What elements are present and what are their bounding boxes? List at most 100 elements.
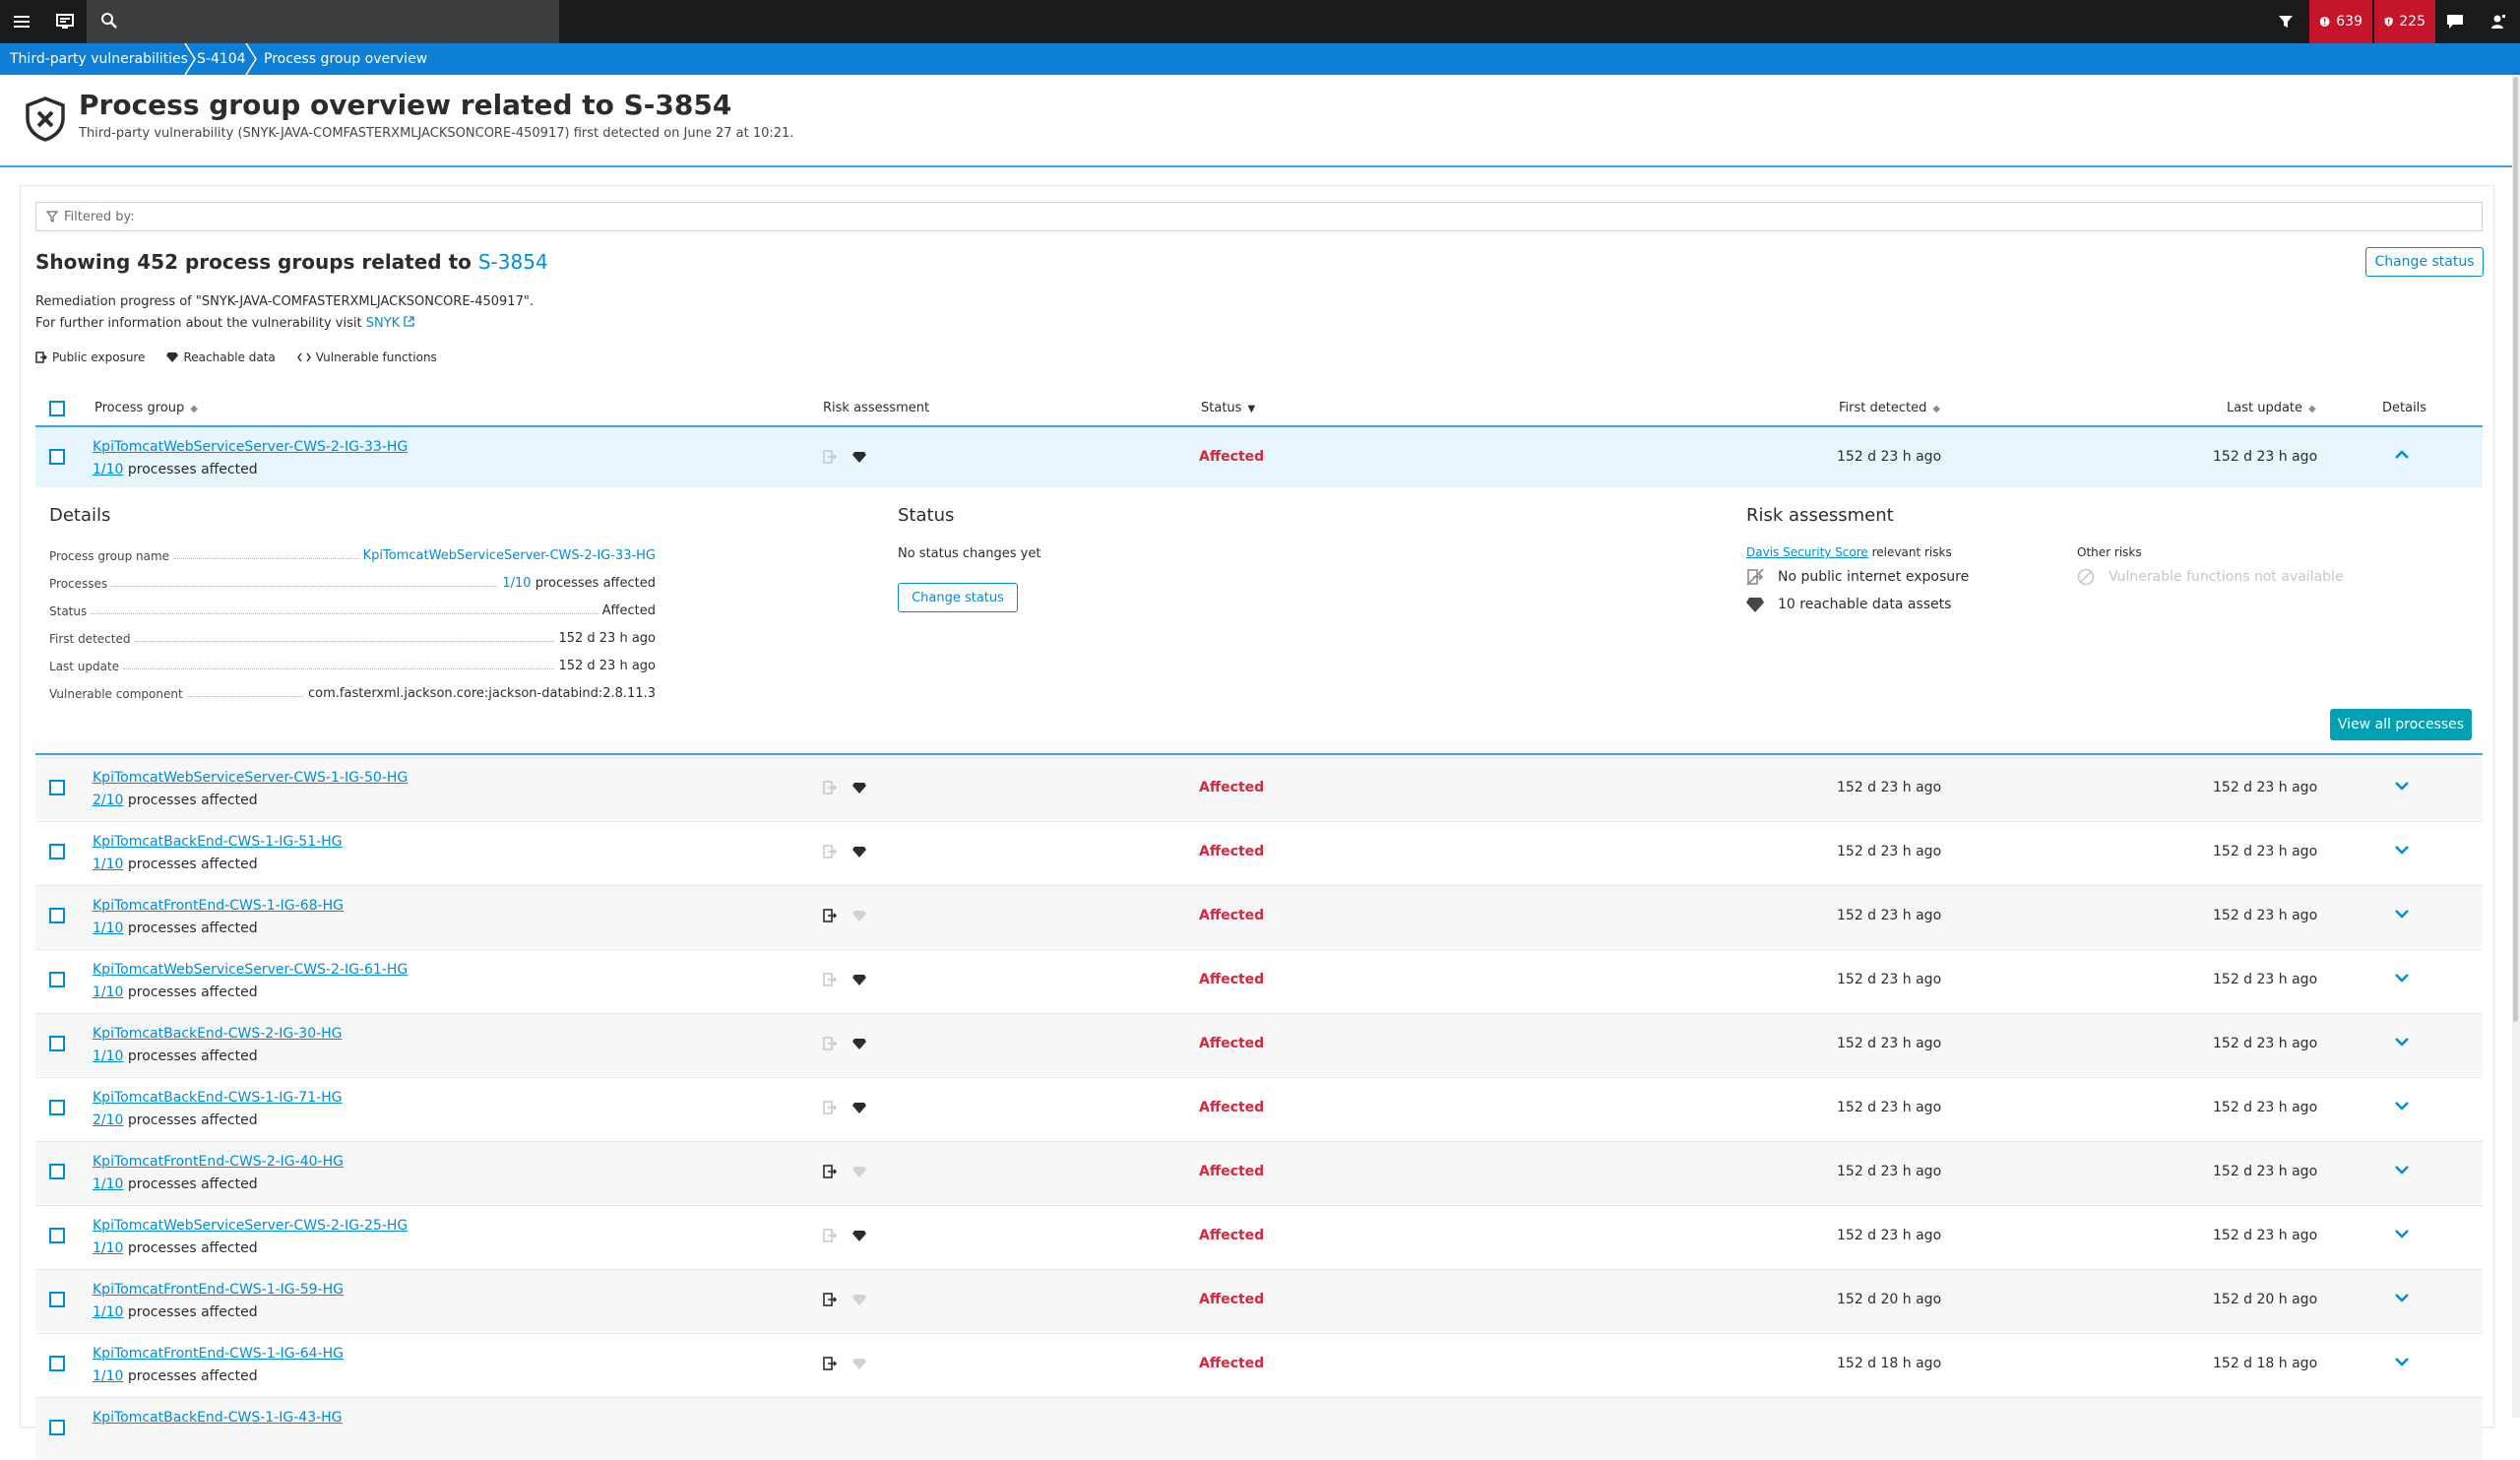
chevron-down-icon[interactable] (2394, 778, 2410, 793)
processes-count-link[interactable]: 2/10 (93, 1112, 123, 1128)
process-group-link[interactable]: KpiTomcatBackEnd-CWS-1-IG-43-HG (93, 1410, 343, 1426)
row-checkbox[interactable] (49, 1420, 65, 1435)
chevron-down-icon[interactable] (2394, 1226, 2410, 1241)
process-group-link[interactable]: KpiTomcatWebServiceServer-CWS-1-IG-50-HG (93, 770, 408, 786)
chevron-down-icon[interactable] (2394, 1034, 2410, 1049)
table-row[interactable]: KpiTomcatFrontEnd-CWS-1-IG-68-HG 1/10 pro… (35, 885, 2483, 948)
row-checkbox[interactable] (49, 449, 65, 465)
select-all-checkbox[interactable] (49, 401, 65, 416)
row-checkbox[interactable] (49, 1100, 65, 1115)
chevron-down-icon[interactable] (2394, 970, 2410, 985)
row-checkbox[interactable] (49, 908, 65, 923)
detail-value-link[interactable]: 1/10 (502, 576, 531, 591)
row-checkbox[interactable] (49, 1292, 65, 1307)
showing-link[interactable]: S-3854 (478, 250, 548, 274)
table-row[interactable]: KpiTomcatBackEnd-CWS-1-IG-43-HG (35, 1397, 2483, 1460)
processes-count-link[interactable]: 1/10 (93, 920, 123, 936)
vertical-scrollbar[interactable] (2512, 75, 2520, 1418)
row-checkbox[interactable] (49, 780, 65, 795)
process-group-link[interactable]: KpiTomcatWebServiceServer-CWS-2-IG-25-HG (93, 1218, 408, 1234)
status-badge: Affected (1199, 1100, 1265, 1115)
row-checkbox[interactable] (49, 1164, 65, 1179)
col-status[interactable]: Status ▼ (1201, 392, 1255, 425)
first-detected: 152 d 18 h ago (1837, 1356, 1942, 1371)
processes-count-link[interactable]: 1/10 (93, 1240, 123, 1256)
table-row[interactable]: KpiTomcatWebServiceServer-CWS-2-IG-25-HG… (35, 1205, 2483, 1268)
breadcrumb-s4104[interactable]: S-4104 (197, 43, 246, 75)
process-group-link[interactable]: KpiTomcatFrontEnd-CWS-1-IG-59-HG (93, 1282, 344, 1298)
detail-dots (134, 641, 555, 642)
row-checkbox[interactable] (49, 972, 65, 987)
chevron-down-icon[interactable] (2394, 906, 2410, 921)
row-checkbox[interactable] (49, 1228, 65, 1243)
last-update: 152 d 18 h ago (2213, 1356, 2318, 1371)
process-group-link[interactable]: KpiTomcatFrontEnd-CWS-1-IG-68-HG (93, 898, 344, 914)
table-row[interactable]: KpiTomcatBackEnd-CWS-2-IG-30-HG 1/10 proc… (35, 1013, 2483, 1076)
vulnerabilities-badge[interactable]: 225 (2374, 0, 2435, 43)
menu-icon[interactable] (0, 0, 43, 43)
row-checkbox[interactable] (49, 844, 65, 859)
davis-score-link[interactable]: Davis Security Score (1746, 545, 1868, 559)
row-checkbox[interactable] (49, 1356, 65, 1371)
col-process-group[interactable]: Process group ◆ (94, 392, 198, 425)
table-row[interactable]: KpiTomcatWebServiceServer-CWS-2-IG-33-HG… (35, 425, 2483, 489)
process-group-link[interactable]: KpiTomcatFrontEnd-CWS-2-IG-40-HG (93, 1154, 344, 1170)
details-panel: Details Process group name KpiTomcatWebSe… (35, 487, 2483, 755)
breadcrumb-third-party[interactable]: Third-party vulnerabilities (10, 43, 188, 75)
process-group-link[interactable]: KpiTomcatBackEnd-CWS-1-IG-71-HG (93, 1090, 343, 1106)
status-badge: Affected (1199, 1036, 1265, 1051)
table-row[interactable]: KpiTomcatWebServiceServer-CWS-1-IG-50-HG… (35, 757, 2483, 820)
dashboard-icon[interactable] (43, 0, 87, 43)
processes-count-link[interactable]: 1/10 (93, 1048, 123, 1064)
col-last-update[interactable]: Last update ◆ (2227, 392, 2316, 425)
processes-count-link[interactable]: 1/10 (93, 1368, 123, 1384)
chevron-down-icon[interactable] (2394, 1290, 2410, 1305)
snyk-link[interactable]: SNYK (366, 316, 400, 331)
processes-count-link[interactable]: 1/10 (93, 462, 123, 477)
code-icon (296, 352, 311, 362)
table-row[interactable]: KpiTomcatBackEnd-CWS-1-IG-71-HG 2/10 proc… (35, 1077, 2483, 1140)
processes-count-link[interactable]: 1/10 (93, 1176, 123, 1192)
detail-key: Process group name (49, 549, 170, 563)
table-row[interactable]: KpiTomcatFrontEnd-CWS-1-IG-59-HG 1/10 pro… (35, 1269, 2483, 1332)
change-status-button[interactable]: Change status (2365, 247, 2484, 277)
process-group-link[interactable]: KpiTomcatBackEnd-CWS-1-IG-51-HG (93, 834, 343, 850)
first-detected: 152 d 23 h ago (1837, 449, 1942, 465)
processes-count-link[interactable]: 1/10 (93, 857, 123, 872)
filter-bar[interactable]: Filtered by: (35, 202, 2483, 231)
detail-field: Processes 1/10 processes affected (49, 576, 656, 591)
process-group-link[interactable]: KpiTomcatFrontEnd-CWS-1-IG-64-HG (93, 1346, 344, 1362)
detail-key: Status (49, 604, 88, 618)
scrollbar-thumb[interactable] (2513, 77, 2518, 1022)
table-row[interactable]: KpiTomcatFrontEnd-CWS-1-IG-64-HG 1/10 pro… (35, 1333, 2483, 1396)
detail-dots (91, 613, 598, 614)
chat-icon[interactable] (2433, 0, 2477, 43)
process-group-link[interactable]: KpiTomcatWebServiceServer-CWS-2-IG-33-HG (93, 439, 408, 455)
processes-count-link[interactable]: 1/10 (93, 984, 123, 1000)
col-first-detected[interactable]: First detected ◆ (1839, 392, 1940, 425)
process-group-link[interactable]: KpiTomcatWebServiceServer-CWS-2-IG-61-HG (93, 962, 408, 978)
detail-field: First detected 152 d 23 h ago (49, 631, 656, 646)
chevron-down-icon[interactable] (2394, 1098, 2410, 1113)
user-icon[interactable] (2477, 0, 2520, 43)
problems-badge[interactable]: 639 (2309, 0, 2372, 43)
processes-count-link[interactable]: 1/10 (93, 1304, 123, 1320)
details-change-status-button[interactable]: Change status (898, 583, 1018, 612)
view-all-processes-button[interactable]: View all processes (2330, 709, 2472, 740)
table-row[interactable]: KpiTomcatWebServiceServer-CWS-2-IG-61-HG… (35, 949, 2483, 1012)
table-row[interactable]: KpiTomcatBackEnd-CWS-1-IG-51-HG 1/10 proc… (35, 821, 2483, 884)
chevron-up-icon[interactable] (2394, 447, 2410, 463)
process-group-link[interactable]: KpiTomcatBackEnd-CWS-2-IG-30-HG (93, 1026, 343, 1042)
detail-value-link[interactable]: KpiTomcatWebServiceServer-CWS-2-IG-33-HG (363, 548, 656, 563)
vulnerabilities-count: 225 (2399, 14, 2426, 30)
chevron-down-icon[interactable] (2394, 1162, 2410, 1177)
row-checkbox[interactable] (49, 1036, 65, 1051)
status-text: No status changes yet (898, 546, 1041, 561)
search-box[interactable] (87, 0, 559, 43)
filter-icon[interactable] (2264, 0, 2307, 43)
public-exposure-icon (823, 1165, 837, 1178)
chevron-down-icon[interactable] (2394, 1354, 2410, 1369)
table-row[interactable]: KpiTomcatFrontEnd-CWS-2-IG-40-HG 1/10 pro… (35, 1141, 2483, 1204)
chevron-down-icon[interactable] (2394, 842, 2410, 857)
processes-count-link[interactable]: 2/10 (93, 793, 123, 808)
